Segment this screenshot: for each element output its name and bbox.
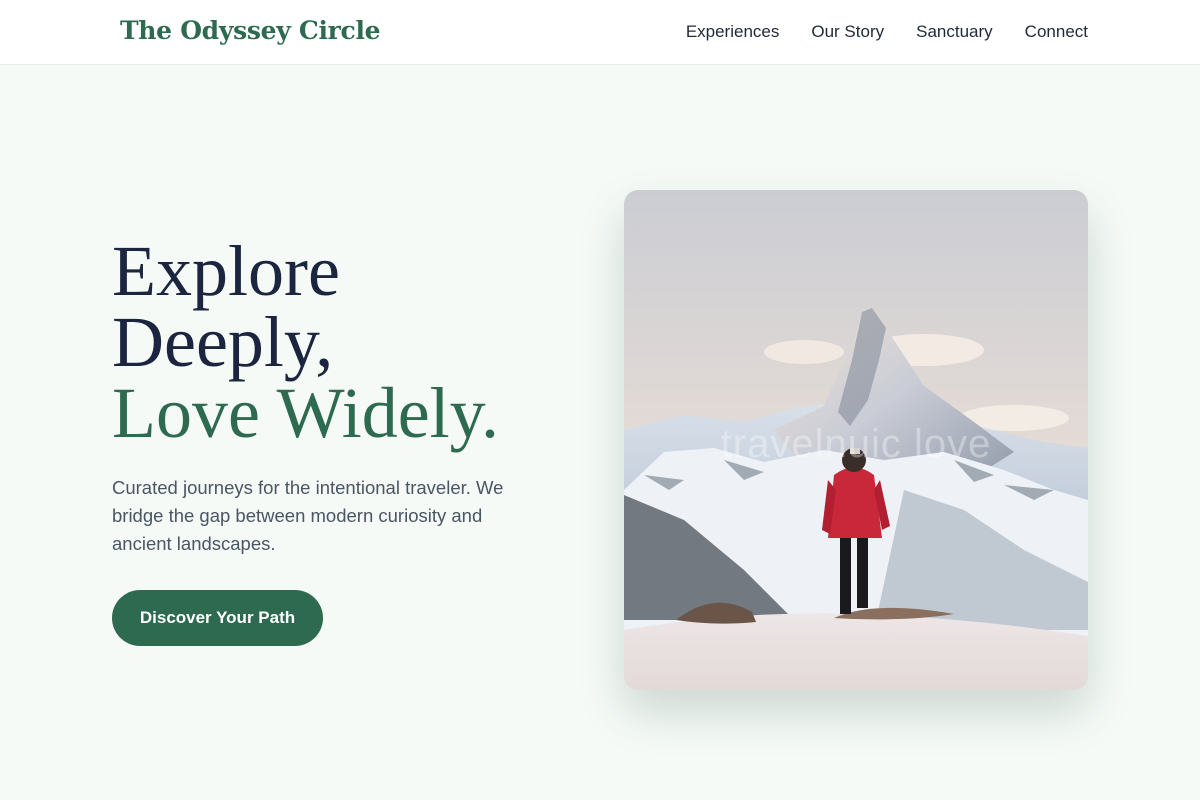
hero-title-line-2: Deeply, xyxy=(112,302,334,382)
nav-link-sanctuary[interactable]: Sanctuary xyxy=(916,22,993,42)
hero-title-line-3: Love Widely. xyxy=(112,373,499,453)
discover-your-path-button[interactable]: Discover Your Path xyxy=(112,590,323,646)
hero-subtitle: Curated journeys for the intentional tra… xyxy=(112,477,504,554)
top-navigation-bar: The Odyssey Circle Experiences Our Story… xyxy=(0,0,1200,65)
hero-title-line-1: Explore xyxy=(112,231,340,311)
nav-link-experiences[interactable]: Experiences xyxy=(686,22,780,42)
site-logo[interactable]: The Odyssey Circle xyxy=(120,16,381,45)
main-nav: Experiences Our Story Sanctuary Connect xyxy=(686,22,1088,42)
nav-link-connect[interactable]: Connect xyxy=(1025,22,1088,42)
hero-title: Explore Deeply, Love Widely. xyxy=(112,231,499,453)
nav-link-our-story[interactable]: Our Story xyxy=(811,22,884,42)
mountain-illustration xyxy=(624,190,1088,690)
hero-image-mountain-hiker: travelnuic love xyxy=(624,190,1088,690)
